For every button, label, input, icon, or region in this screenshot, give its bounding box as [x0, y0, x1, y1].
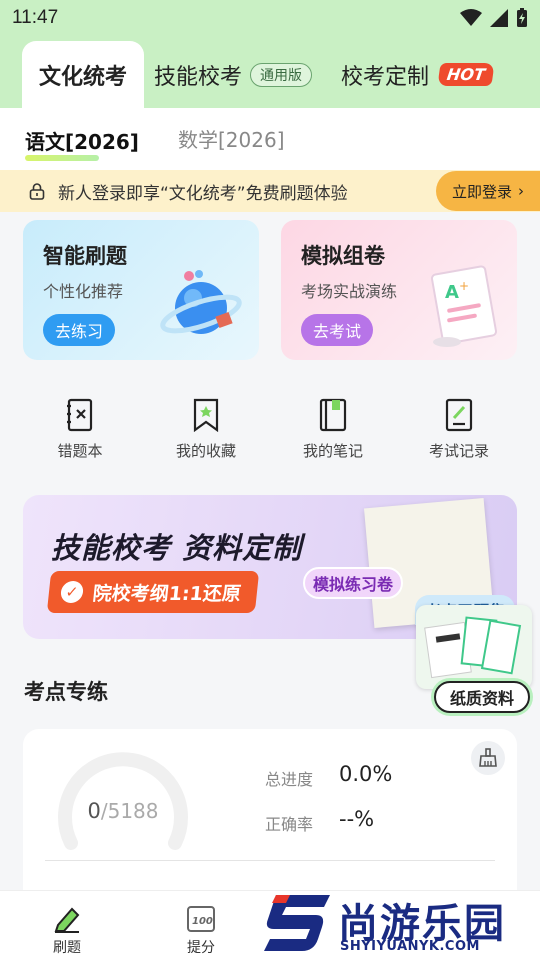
nav-improve[interactable]: 100 提分	[166, 905, 236, 957]
svg-text:+: +	[459, 279, 469, 293]
accuracy-value: --%	[339, 807, 375, 831]
subtab-math[interactable]: 数学[2026]	[178, 124, 285, 153]
site-watermark: 尚游乐园 SHYIYUANYK.COM	[258, 893, 540, 960]
top-tab-bar: 文化统考 技能校考 通用版 校考定制 HOT	[0, 36, 540, 108]
booklets-icon	[424, 616, 522, 679]
paper-materials-image	[416, 605, 532, 689]
chevron-right-icon: ›	[518, 182, 524, 200]
mock-exam-card[interactable]: 模拟组卷 考场实战演练 去考试 A +	[281, 220, 517, 360]
exam-records-action[interactable]: 考试记录	[409, 398, 509, 461]
nav-practice[interactable]: 刷题	[32, 905, 102, 957]
subtab-chinese[interactable]: 语文[2026]	[25, 126, 139, 161]
tab-label: 技能校考	[154, 64, 243, 90]
go-exam-button[interactable]: 去考试	[301, 314, 374, 346]
tab-cultural-exam[interactable]: 文化统考	[22, 41, 144, 108]
status-time: 11:47	[12, 7, 59, 28]
score-100-icon: 100	[187, 906, 215, 932]
tab-custom-exam[interactable]: 校考定制 HOT	[341, 41, 495, 108]
broom-icon	[479, 748, 497, 767]
paper-materials-float-button[interactable]: 纸质资料	[416, 605, 532, 717]
mock-paper-tag: 模拟练习卷	[303, 567, 404, 599]
check-icon: ✓	[59, 581, 85, 603]
total-progress-label: 总进度	[265, 770, 314, 789]
wrong-book-icon	[67, 398, 93, 432]
exam-record-icon	[445, 398, 473, 432]
action-label: 错题本	[57, 442, 103, 460]
go-practice-button[interactable]: 去练习	[43, 314, 116, 346]
tab-label: 文化统考	[38, 64, 127, 90]
action-label: 我的收藏	[175, 442, 236, 460]
active-underline	[25, 155, 99, 161]
lock-icon	[29, 183, 45, 200]
smart-practice-card[interactable]: 智能刷题 个性化推荐 去练习	[23, 220, 259, 360]
subject-tab-bar: 语文[2026] 数学[2026]	[0, 108, 540, 170]
banner-ribbon: ✓ 院校考纲1:1还原	[46, 571, 260, 613]
notice-text: 新人登录即享“文化统考”免费刷题体验	[58, 183, 348, 204]
wifi-icon	[460, 9, 482, 26]
gauge-value: 0/5188	[53, 799, 193, 823]
notes-action[interactable]: 我的笔记	[283, 398, 383, 461]
svg-text:100: 100	[192, 916, 213, 927]
section-title: 考点专练	[24, 680, 108, 704]
progress-gauge: 0/5188	[53, 743, 193, 853]
notebook-icon	[319, 398, 347, 432]
action-label: 考试记录	[428, 442, 489, 460]
gauge-arc	[58, 752, 188, 850]
hot-badge: HOT	[437, 63, 495, 86]
banner-ribbon-text: 院校考纲1:1还原	[91, 582, 243, 605]
general-version-badge: 通用版	[250, 62, 313, 87]
subtab-label: 数学[2026]	[178, 128, 285, 152]
nav-label: 提分	[187, 940, 215, 956]
nav-label: 刷题	[53, 940, 81, 956]
login-button-label: 立即登录	[451, 182, 512, 201]
total-count: /5188	[100, 799, 159, 823]
paper-materials-label: 纸质资料	[434, 681, 530, 713]
accuracy-label: 正确率	[265, 815, 314, 834]
clear-records-button[interactable]	[471, 741, 505, 775]
done-count: 0	[87, 799, 101, 823]
wrong-book-action[interactable]: 错题本	[30, 398, 130, 461]
login-now-button[interactable]: 立即登录 ›	[436, 171, 540, 211]
s-logo-icon	[264, 895, 330, 951]
signal-icon	[490, 9, 508, 27]
practice-pen-icon	[54, 907, 80, 933]
watermark-url: SHYIYUANYK.COM	[340, 939, 480, 954]
subtab-label: 语文[2026]	[25, 130, 139, 154]
favorites-action[interactable]: 我的收藏	[156, 398, 256, 461]
card-divider	[45, 860, 495, 861]
action-label: 我的笔记	[302, 442, 363, 460]
battery-icon	[517, 8, 527, 27]
tab-label: 校考定制	[341, 64, 430, 90]
bookmark-icon	[193, 398, 219, 432]
svg-text:A: A	[445, 282, 459, 303]
total-progress-value: 0.0%	[339, 762, 393, 786]
planet-illustration-icon	[160, 270, 242, 334]
status-bar: 11:47	[0, 0, 540, 36]
banner-headline: 技能校考 资料定制	[51, 531, 303, 565]
tab-skill-exam[interactable]: 技能校考 通用版	[154, 41, 313, 108]
exam-scroll-illustration-icon: A +	[430, 265, 498, 347]
